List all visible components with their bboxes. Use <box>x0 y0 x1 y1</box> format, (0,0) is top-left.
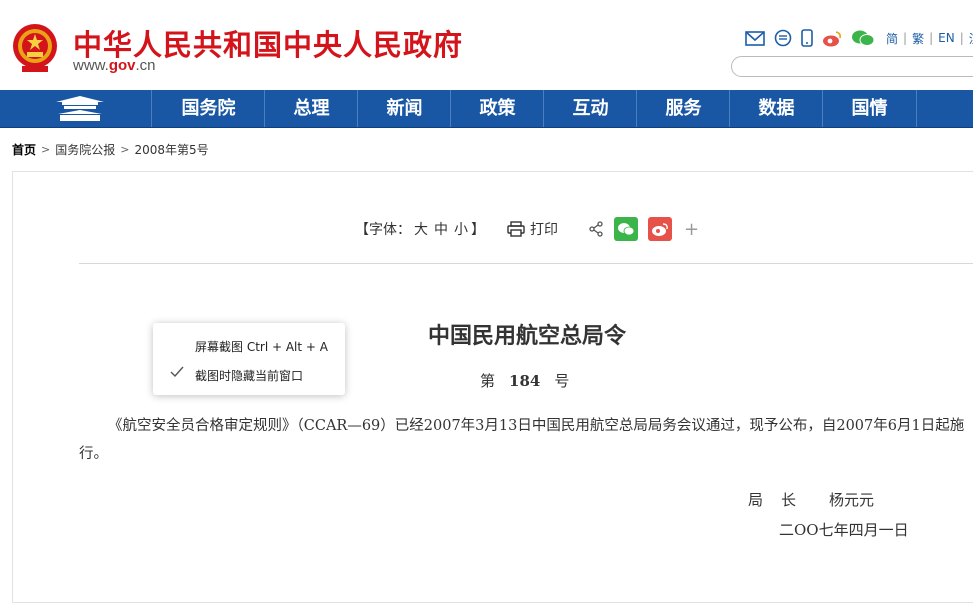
font-size-small[interactable]: 小 <box>454 219 468 239</box>
print-label: 打印 <box>530 222 558 238</box>
nav-item-news[interactable]: 新闻 <box>357 90 451 127</box>
number-prefix: 第 <box>480 372 496 390</box>
signatory-name: 杨元元 <box>829 491 875 509</box>
number-value: 184 <box>509 372 541 390</box>
nav-item-national-info[interactable]: 国情 <box>822 90 917 127</box>
lang-separator: | <box>959 31 964 45</box>
top-icon-bar: 简 | 繁 | EN | 注 <box>745 28 973 48</box>
font-size-label: 【字体： <box>355 222 411 238</box>
lang-register[interactable]: 注 <box>969 30 973 47</box>
document-number: 第 184 号 <box>480 370 569 391</box>
main-nav: 国务院 总理 新闻 政策 互动 服务 数据 国情 <box>0 90 973 128</box>
menu-item-screenshot[interactable]: 屏幕截图 Ctrl + Alt + A <box>195 338 328 355</box>
breadcrumb-issue[interactable]: 2008年第5号 <box>134 141 208 158</box>
url-suffix: .cn <box>135 57 156 74</box>
font-size-large[interactable]: 大 <box>414 219 428 239</box>
sign-title-b: 长 <box>781 491 797 509</box>
font-size-medium[interactable]: 中 <box>434 219 448 239</box>
print-button[interactable]: 打印 <box>507 219 558 239</box>
weibo-share-icon[interactable] <box>648 217 672 241</box>
mail-icon[interactable] <box>745 30 765 46</box>
url-gov: gov <box>108 57 136 74</box>
nav-item-interaction[interactable]: 互动 <box>543 90 637 127</box>
signature-date: 二OO七年四月一日 <box>779 521 909 539</box>
nav-item-premier[interactable]: 总理 <box>264 90 358 127</box>
chat-icon[interactable] <box>774 29 792 47</box>
chevron-right-icon: > <box>41 143 51 156</box>
breadcrumb: 首页 > 国务院公报 > 2008年第5号 <box>12 141 209 158</box>
language-links: 简 | 繁 | EN | 注 <box>886 30 973 47</box>
checkmark-icon <box>170 366 184 377</box>
wechat-share-icon[interactable] <box>614 217 638 241</box>
nav-item-data[interactable]: 数据 <box>729 90 823 127</box>
nav-item-state-council[interactable]: 国务院 <box>151 90 265 127</box>
document-title: 中国民用航空总局令 <box>427 323 626 349</box>
url-prefix: www. <box>73 57 109 74</box>
nav-item-policy[interactable]: 政策 <box>450 90 544 127</box>
site-header: 中华人民共和国中央人民政府 www.gov.cn 简 | 繁 | EN | 注 <box>0 0 973 90</box>
lang-simplified[interactable]: 简 <box>886 30 898 47</box>
lang-separator: | <box>929 31 934 45</box>
menu-item-hide-window[interactable]: 截图时隐藏当前窗口 <box>195 367 303 384</box>
breadcrumb-gazette[interactable]: 国务院公报 <box>55 141 115 158</box>
search-input[interactable] <box>731 56 973 77</box>
site-url[interactable]: www.gov.cn <box>73 57 156 74</box>
national-emblem-icon[interactable] <box>12 22 58 74</box>
font-size-close: 】 <box>471 222 485 238</box>
more-share-icon[interactable]: + <box>684 219 699 240</box>
article-toolbar: 【字体： 大 中 小 】 打印 + <box>355 215 699 243</box>
lang-traditional[interactable]: 繁 <box>912 30 924 47</box>
chevron-right-icon: > <box>120 143 130 156</box>
building-logo-icon[interactable] <box>0 90 151 127</box>
nav-item-services[interactable]: 服务 <box>636 90 730 127</box>
toolbar-divider <box>79 263 973 264</box>
wechat-icon[interactable] <box>851 29 875 47</box>
printer-icon <box>507 221 525 237</box>
weibo-icon[interactable] <box>822 30 842 47</box>
document-paragraph: 《航空安全员合格审定规则》（CCAR—69）已经2007年3月13日中国民用航空… <box>79 418 965 462</box>
mobile-icon[interactable] <box>801 29 813 47</box>
signatory-title: 局长 <box>748 489 796 510</box>
number-suffix: 号 <box>554 372 570 390</box>
share-icon[interactable] <box>588 221 604 237</box>
breadcrumb-home[interactable]: 首页 <box>12 141 36 158</box>
screenshot-context-menu: 屏幕截图 Ctrl + Alt + A 截图时隐藏当前窗口 <box>153 323 345 395</box>
lang-english[interactable]: EN <box>938 31 955 45</box>
sign-title-a: 局 <box>748 491 764 509</box>
lang-separator: | <box>903 31 908 45</box>
